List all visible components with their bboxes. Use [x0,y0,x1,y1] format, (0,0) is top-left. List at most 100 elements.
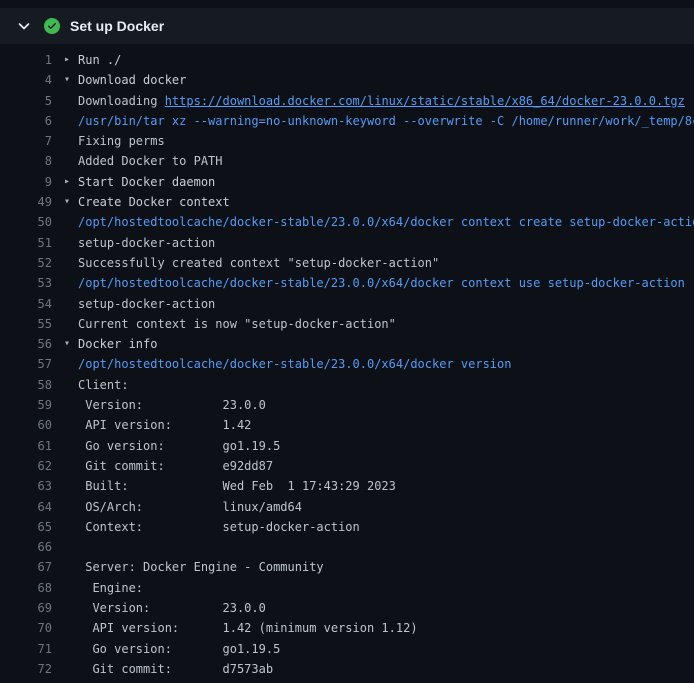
log-row: 64 OS/Arch: linux/amd64 [0,497,694,517]
marker-spacer [64,598,78,618]
log-row: 67 Server: Docker Engine - Community [0,557,694,577]
marker-spacer [64,375,78,395]
log-text: setup-docker-action [78,294,215,314]
log-row: 61 Go version: go1.19.5 [0,436,694,456]
log-text: Current context is now "setup-docker-act… [78,314,396,334]
line-number[interactable]: 51 [8,233,52,253]
log-command-text: /opt/hostedtoolcache/docker-stable/23.0.… [78,212,694,232]
marker-spacer [64,354,78,374]
log-row: 50/opt/hostedtoolcache/docker-stable/23.… [0,212,694,232]
line-number[interactable]: 71 [8,639,52,659]
step-header[interactable]: Set up Docker [0,8,694,44]
log-row: 65 Context: setup-docker-action [0,517,694,537]
line-number[interactable]: 72 [8,659,52,679]
marker-spacer [64,618,78,638]
log-text: Start Docker daemon [78,172,215,192]
line-number[interactable]: 59 [8,395,52,415]
marker-spacer [64,659,78,679]
line-number[interactable]: 54 [8,294,52,314]
line-number[interactable]: 55 [8,314,52,334]
log-row: 52Successfully created context "setup-do… [0,253,694,273]
log-text: Run ./ [78,50,121,70]
log-group-row[interactable]: 49 ▾Create Docker context [0,192,694,212]
log-text: Version: 23.0.0 [78,598,266,618]
line-number[interactable]: 67 [8,557,52,577]
line-number[interactable]: 61 [8,436,52,456]
chevron-down-icon[interactable] [16,18,32,34]
log-text: Engine: [78,578,143,598]
marker-spacer [64,151,78,171]
group-expanded-icon[interactable]: ▾ [64,334,78,354]
line-number[interactable]: 66 [8,537,52,557]
line-number[interactable]: 56 [8,334,52,354]
log-row: 60 API version: 1.42 [0,415,694,435]
line-number[interactable]: 50 [8,212,52,232]
line-number[interactable]: 53 [8,273,52,293]
log-text: Create Docker context [78,192,230,212]
group-collapsed-icon[interactable]: ▸ [64,50,78,70]
line-number[interactable]: 69 [8,598,52,618]
marker-spacer [64,314,78,334]
log-group-row[interactable]: 56 ▾Docker info [0,334,694,354]
log-row: 71 Go version: go1.19.5 [0,639,694,659]
log-group-row[interactable]: 9 ▸Start Docker daemon [0,172,694,192]
log-text: Docker info [78,334,157,354]
marker-spacer [64,497,78,517]
log-text: Git commit: d7573ab [78,659,273,679]
log-text: Server: Docker Engine - Community [78,557,324,577]
group-expanded-icon[interactable]: ▾ [64,70,78,90]
line-number[interactable]: 57 [8,354,52,374]
log-row: 6/usr/bin/tar xz --warning=no-unknown-ke… [0,111,694,131]
log-text: Download docker [78,70,186,90]
line-number[interactable]: 52 [8,253,52,273]
line-number[interactable]: 68 [8,578,52,598]
marker-spacer [64,294,78,314]
log-row: 70 API version: 1.42 (minimum version 1.… [0,618,694,638]
log-row: 62 Git commit: e92dd87 [0,456,694,476]
line-number[interactable]: 1 [8,50,52,70]
line-number[interactable]: 8 [8,151,52,171]
line-number[interactable]: 49 [8,192,52,212]
line-number[interactable]: 4 [8,70,52,90]
log-text: API version: 1.42 (minimum version 1.12) [78,618,418,638]
line-number[interactable]: 5 [8,91,52,111]
line-number[interactable]: 62 [8,456,52,476]
log-row: 8Added Docker to PATH [0,151,694,171]
log-row: 7 Fixing perms [0,131,694,151]
log-text: API version: 1.42 [78,415,251,435]
log-row: 57/opt/hostedtoolcache/docker-stable/23.… [0,354,694,374]
log-row: 53/opt/hostedtoolcache/docker-stable/23.… [0,273,694,293]
line-number[interactable]: 65 [8,517,52,537]
log-lines: 1▸Run ./4▾Download docker5Downloading ht… [0,50,694,679]
log-link[interactable]: https://download.docker.com/linux/static… [165,94,685,108]
line-number[interactable]: 7 [8,131,52,151]
log-text: Git commit: e92dd87 [78,456,273,476]
line-number[interactable]: 70 [8,618,52,638]
group-expanded-icon[interactable]: ▾ [64,192,78,212]
line-number[interactable]: 60 [8,415,52,435]
line-number[interactable]: 6 [8,111,52,131]
log-row: 69 Version: 23.0.0 [0,598,694,618]
log-text: Downloading https://download.docker.com/… [78,91,685,111]
log-text: setup-docker-action [78,233,215,253]
success-check-icon [44,18,60,34]
log-text: Context: setup-docker-action [78,517,360,537]
log-text: Fixing perms [78,131,165,151]
log-command-text: /usr/bin/tar xz --warning=no-unknown-key… [78,111,694,131]
log-row: 55 Current context is now "setup-docker-a… [0,314,694,334]
line-number[interactable]: 64 [8,497,52,517]
log-row: 63 Built: Wed Feb 1 17:43:29 2023 [0,476,694,496]
line-number[interactable]: 9 [8,172,52,192]
line-number[interactable]: 58 [8,375,52,395]
log-container: 1▸Run ./4▾Download docker5Downloading ht… [0,44,694,679]
marker-spacer [64,639,78,659]
log-group-row[interactable]: 4 ▾Download docker [0,70,694,90]
line-number[interactable]: 63 [8,476,52,496]
log-text: OS/Arch: linux/amd64 [78,497,302,517]
marker-spacer [64,517,78,537]
log-row: 54 setup-docker-action [0,294,694,314]
group-collapsed-icon[interactable]: ▸ [64,172,78,192]
log-text: Go version: go1.19.5 [78,436,280,456]
log-row: 51 setup-docker-action [0,233,694,253]
log-group-row[interactable]: 1 ▸Run ./ [0,50,694,70]
